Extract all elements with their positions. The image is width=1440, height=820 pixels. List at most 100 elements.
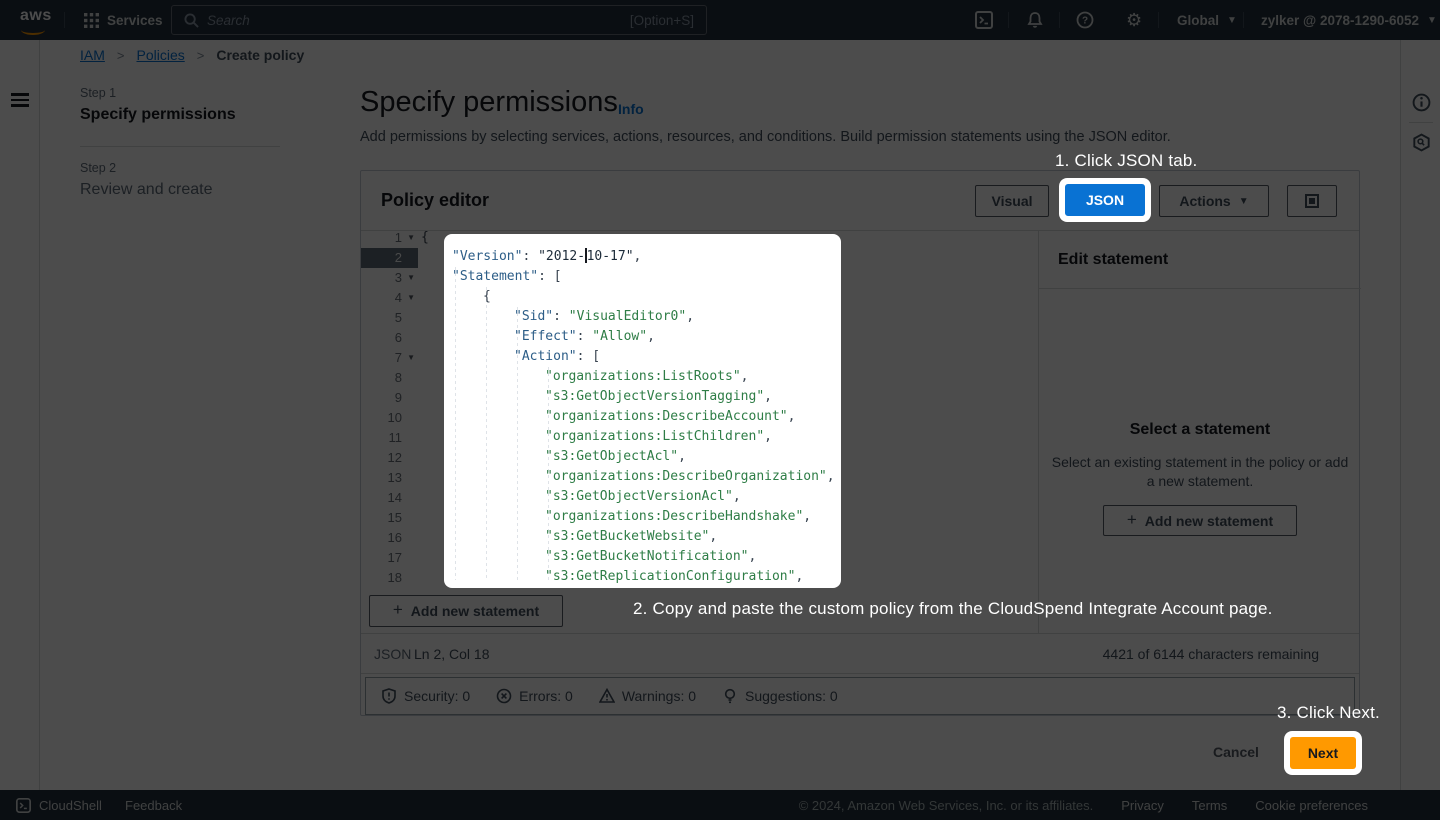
chevron-down-icon: ▼	[1227, 15, 1237, 26]
privacy-link[interactable]: Privacy	[1121, 798, 1164, 813]
gutter-line-4[interactable]: 4▼	[361, 288, 418, 308]
step2-title[interactable]: Review and create	[80, 181, 280, 199]
grid-icon	[84, 13, 99, 28]
question-icon: ?	[1076, 11, 1094, 29]
tab-visual[interactable]: Visual	[975, 185, 1049, 217]
statement-empty-state: Select a statement Select an existing st…	[1050, 421, 1350, 536]
cloudshell-button[interactable]	[975, 0, 993, 40]
add-new-statement-button[interactable]: + Add new statement	[1103, 505, 1297, 536]
info-panel-button[interactable]	[1411, 92, 1431, 112]
gutter-line-13[interactable]: 13	[361, 468, 418, 488]
code-line-13: "organizations:DescribeOrganization",	[452, 467, 835, 487]
help-button[interactable]: ?	[1076, 0, 1094, 40]
gutter-line-9[interactable]: 9	[361, 388, 418, 408]
terms-link[interactable]: Terms	[1192, 798, 1227, 813]
panel-divider	[361, 673, 1359, 674]
actions-dropdown[interactable]: Actions ▼	[1159, 185, 1269, 217]
account-menu[interactable]: zylker @ 2078-1290-6052 ▼	[1261, 0, 1437, 40]
bell-icon	[1026, 11, 1044, 29]
gutter-line-12[interactable]: 12	[361, 448, 418, 468]
region-label: Global	[1177, 13, 1219, 28]
gutter-line-10[interactable]: 10	[361, 408, 418, 428]
nav-divider	[1243, 12, 1244, 28]
add-new-statement-button-bottom[interactable]: + Add new statement	[369, 595, 563, 627]
shield-icon	[381, 688, 397, 704]
fold-caret-icon[interactable]: ▼	[407, 231, 415, 248]
gutter-line-6[interactable]: 6	[361, 328, 418, 348]
notifications-button[interactable]	[1026, 0, 1044, 40]
code-line-4: {	[452, 287, 491, 307]
gutter-line-3[interactable]: 3▼	[361, 268, 418, 288]
add-statement-label: Add new statement	[1145, 513, 1273, 529]
aws-logo[interactable]: aws	[20, 7, 52, 25]
cloudshell-footer-button[interactable]: CloudShell	[16, 790, 102, 820]
info-link[interactable]: Info	[618, 101, 644, 117]
gutter-line-1[interactable]: 1▼	[361, 231, 418, 248]
empty-state-title: Select a statement	[1050, 421, 1350, 439]
gutter-line-17[interactable]: 17	[361, 548, 418, 568]
code-line-15: "organizations:DescribeHandshake",	[452, 507, 811, 527]
actions-label: Actions	[1179, 193, 1230, 209]
right-rail	[1400, 40, 1440, 790]
policy-json-spotlight[interactable]: "Version": "2012-10-17","Statement": [{"…	[444, 234, 841, 588]
fold-caret-icon[interactable]: ▼	[407, 268, 415, 288]
account-label: zylker @ 2078-1290-6052	[1261, 13, 1419, 28]
gutter-line-2[interactable]: 2	[361, 248, 418, 268]
feedback-button[interactable]: Feedback	[125, 790, 182, 820]
code-line-8: "organizations:ListRoots",	[452, 367, 749, 387]
policy-editor-header: Policy editor Visual Actions ▼	[361, 171, 1359, 231]
global-search[interactable]: [Option+S]	[171, 5, 707, 35]
code-line-18: "s3:GetReplicationConfiguration",	[452, 567, 803, 587]
gutter-line-18[interactable]: 18	[361, 568, 418, 588]
search-input[interactable]	[207, 13, 630, 28]
tab-json[interactable]: JSON	[1065, 184, 1145, 216]
warning-findings[interactable]: Warnings: 0	[599, 688, 696, 704]
region-selector[interactable]: Global ▼	[1177, 0, 1237, 40]
edit-statement-panel: Edit statement Select a statement Select…	[1038, 231, 1360, 633]
breadcrumb-policies[interactable]: Policies	[136, 47, 184, 63]
security-count: Security: 0	[404, 688, 470, 704]
fold-caret-icon[interactable]: ▼	[407, 348, 415, 368]
step1-title[interactable]: Specify permissions	[80, 106, 280, 124]
lightbulb-icon	[722, 688, 738, 704]
code-line-6: "Effect": "Allow",	[452, 327, 655, 347]
code-line-10: "organizations:DescribeAccount",	[452, 407, 795, 427]
suggestion-findings[interactable]: Suggestions: 0	[722, 688, 838, 704]
gear-icon: ⚙	[1126, 10, 1142, 31]
code-line-5: "Sid": "VisualEditor0",	[452, 307, 694, 327]
resources-panel-button[interactable]	[1411, 132, 1431, 152]
cloudshell-label: CloudShell	[39, 798, 102, 813]
settings-button[interactable]: ⚙	[1126, 0, 1142, 40]
cursor-position: Ln 2, Col 18	[414, 646, 490, 662]
nav-divider	[64, 12, 65, 28]
gutter-line-15[interactable]: 15	[361, 508, 418, 528]
error-icon	[496, 688, 512, 704]
gutter-line-14[interactable]: 14	[361, 488, 418, 508]
menu-icon[interactable]	[11, 93, 29, 110]
info-icon	[1412, 93, 1431, 112]
next-button[interactable]: Next	[1290, 737, 1356, 769]
security-findings[interactable]: Security: 0	[381, 688, 470, 704]
error-findings[interactable]: Errors: 0	[496, 688, 573, 704]
services-menu[interactable]: Services	[84, 0, 163, 40]
console-footer: CloudShell Feedback © 2024, Amazon Web S…	[0, 790, 1440, 820]
warning-icon	[599, 688, 615, 704]
gutter-line-7[interactable]: 7▼	[361, 348, 418, 368]
cookie-preferences-link[interactable]: Cookie preferences	[1255, 798, 1368, 813]
breadcrumb-iam[interactable]: IAM	[80, 47, 105, 63]
feedback-label: Feedback	[125, 798, 182, 813]
add-statement-label: Add new statement	[411, 603, 539, 619]
code-line-12: "s3:GetObjectAcl",	[452, 447, 686, 467]
cancel-button[interactable]: Cancel	[1213, 744, 1259, 760]
search-shortcut-hint: [Option+S]	[630, 13, 694, 28]
gutter-line-16[interactable]: 16	[361, 528, 418, 548]
nav-divider	[1059, 12, 1060, 28]
fold-caret-icon[interactable]: ▼	[407, 288, 415, 308]
terminal-icon	[16, 798, 31, 813]
gutter-line-5[interactable]: 5	[361, 308, 418, 328]
gutter-line-11[interactable]: 11	[361, 428, 418, 448]
page-title: Specify permissions	[360, 86, 618, 119]
gutter-line-8[interactable]: 8	[361, 368, 418, 388]
nav-divider	[1008, 12, 1009, 28]
expand-editor-button[interactable]	[1287, 185, 1337, 217]
